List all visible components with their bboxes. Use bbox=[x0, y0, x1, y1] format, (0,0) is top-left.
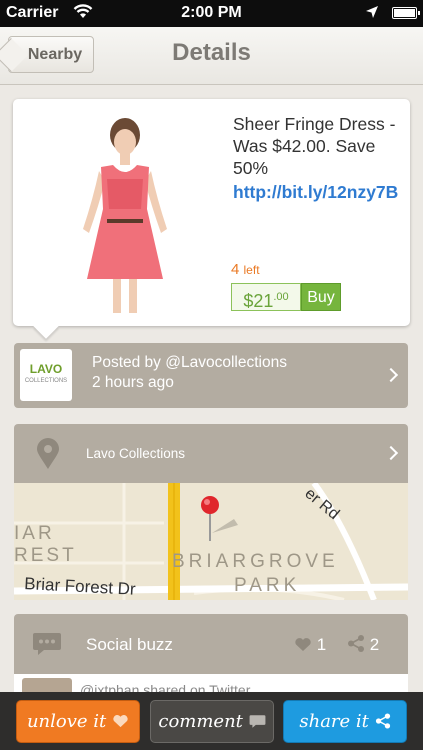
price-whole: 21 bbox=[253, 291, 274, 311]
page-title: Details bbox=[172, 39, 251, 66]
posted-by: Posted by @Lavocollections bbox=[92, 354, 287, 371]
comment-button-label: comment bbox=[158, 711, 243, 732]
unlove-button[interactable]: unlove it bbox=[16, 700, 140, 743]
map-label-area-bottom: REST bbox=[14, 545, 77, 566]
location-map[interactable]: BRIARGROVE PARK Briar Forest Dr er Rd IA… bbox=[14, 483, 408, 600]
navigation-bar: Nearby Details bbox=[0, 27, 423, 85]
heart-count-value: 1 bbox=[316, 635, 327, 654]
price-dollar-sign: $ bbox=[243, 291, 254, 311]
battery-icon bbox=[392, 7, 420, 19]
price-cents: .00 bbox=[273, 291, 289, 303]
product-card: Sheer Fringe Dress - Was $42.00. Save 50… bbox=[13, 99, 410, 326]
buy-button[interactable]: Buy bbox=[301, 283, 341, 311]
stock-count: 4 bbox=[231, 261, 240, 278]
heart-count: 1 bbox=[294, 635, 326, 655]
action-bar: unlove it comment share it bbox=[0, 692, 423, 750]
speech-bubble-icon bbox=[249, 715, 266, 728]
heart-icon bbox=[295, 638, 311, 651]
share-button-label: share it bbox=[299, 711, 369, 732]
location-name: Lavo Collections bbox=[86, 446, 186, 461]
chevron-right-icon bbox=[383, 445, 399, 461]
post-time: 2 hours ago bbox=[92, 374, 174, 391]
speech-bubble-icon bbox=[32, 631, 62, 662]
poster-row[interactable]: LAVO COLLECTIONS Posted by @Lavocollectio… bbox=[14, 343, 408, 408]
clock: 2:00 PM bbox=[181, 4, 242, 21]
share-icon bbox=[375, 713, 390, 729]
map-label-area-top: IAR bbox=[14, 523, 55, 544]
map-label-park: PARK bbox=[234, 575, 300, 596]
brand-logo-subtext: COLLECTIONS bbox=[24, 378, 68, 384]
map-pin-icon bbox=[35, 438, 61, 475]
status-bar: Carrier 2:00 PM bbox=[0, 0, 423, 27]
brand-logo-text: LAVO bbox=[29, 362, 63, 376]
comment-button[interactable]: comment bbox=[150, 700, 274, 743]
location-row[interactable]: Lavo Collections bbox=[14, 424, 408, 483]
chevron-right-icon bbox=[383, 367, 399, 383]
product-photo bbox=[83, 118, 167, 313]
map-label-street: Briar Forest Dr bbox=[24, 574, 137, 599]
product-link[interactable]: http://bit.ly/12nzy7B bbox=[233, 181, 403, 203]
unlove-button-label: unlove it bbox=[26, 711, 107, 732]
share-count: 2 bbox=[347, 635, 379, 655]
stock-left: 4 left bbox=[231, 261, 260, 278]
product-title: Sheer Fringe Dress - Was $42.00. Save 50… bbox=[233, 114, 396, 178]
map-label-briargrove: BRIARGROVE bbox=[172, 551, 339, 572]
price-tag: $21.00 bbox=[231, 283, 301, 311]
share-count-value: 2 bbox=[369, 635, 380, 654]
social-buzz-label: Social buzz bbox=[86, 635, 173, 654]
share-button[interactable]: share it bbox=[283, 700, 407, 743]
map-canvas: BRIARGROVE PARK Briar Forest Dr er Rd IA… bbox=[14, 483, 408, 600]
share-icon bbox=[348, 635, 364, 652]
social-buzz-row[interactable]: Social buzz 1 2 bbox=[14, 614, 408, 674]
location-arrow-icon bbox=[365, 5, 379, 24]
stock-label: left bbox=[243, 263, 260, 277]
brand-logo: LAVO COLLECTIONS bbox=[20, 349, 72, 401]
heart-icon bbox=[113, 715, 128, 728]
